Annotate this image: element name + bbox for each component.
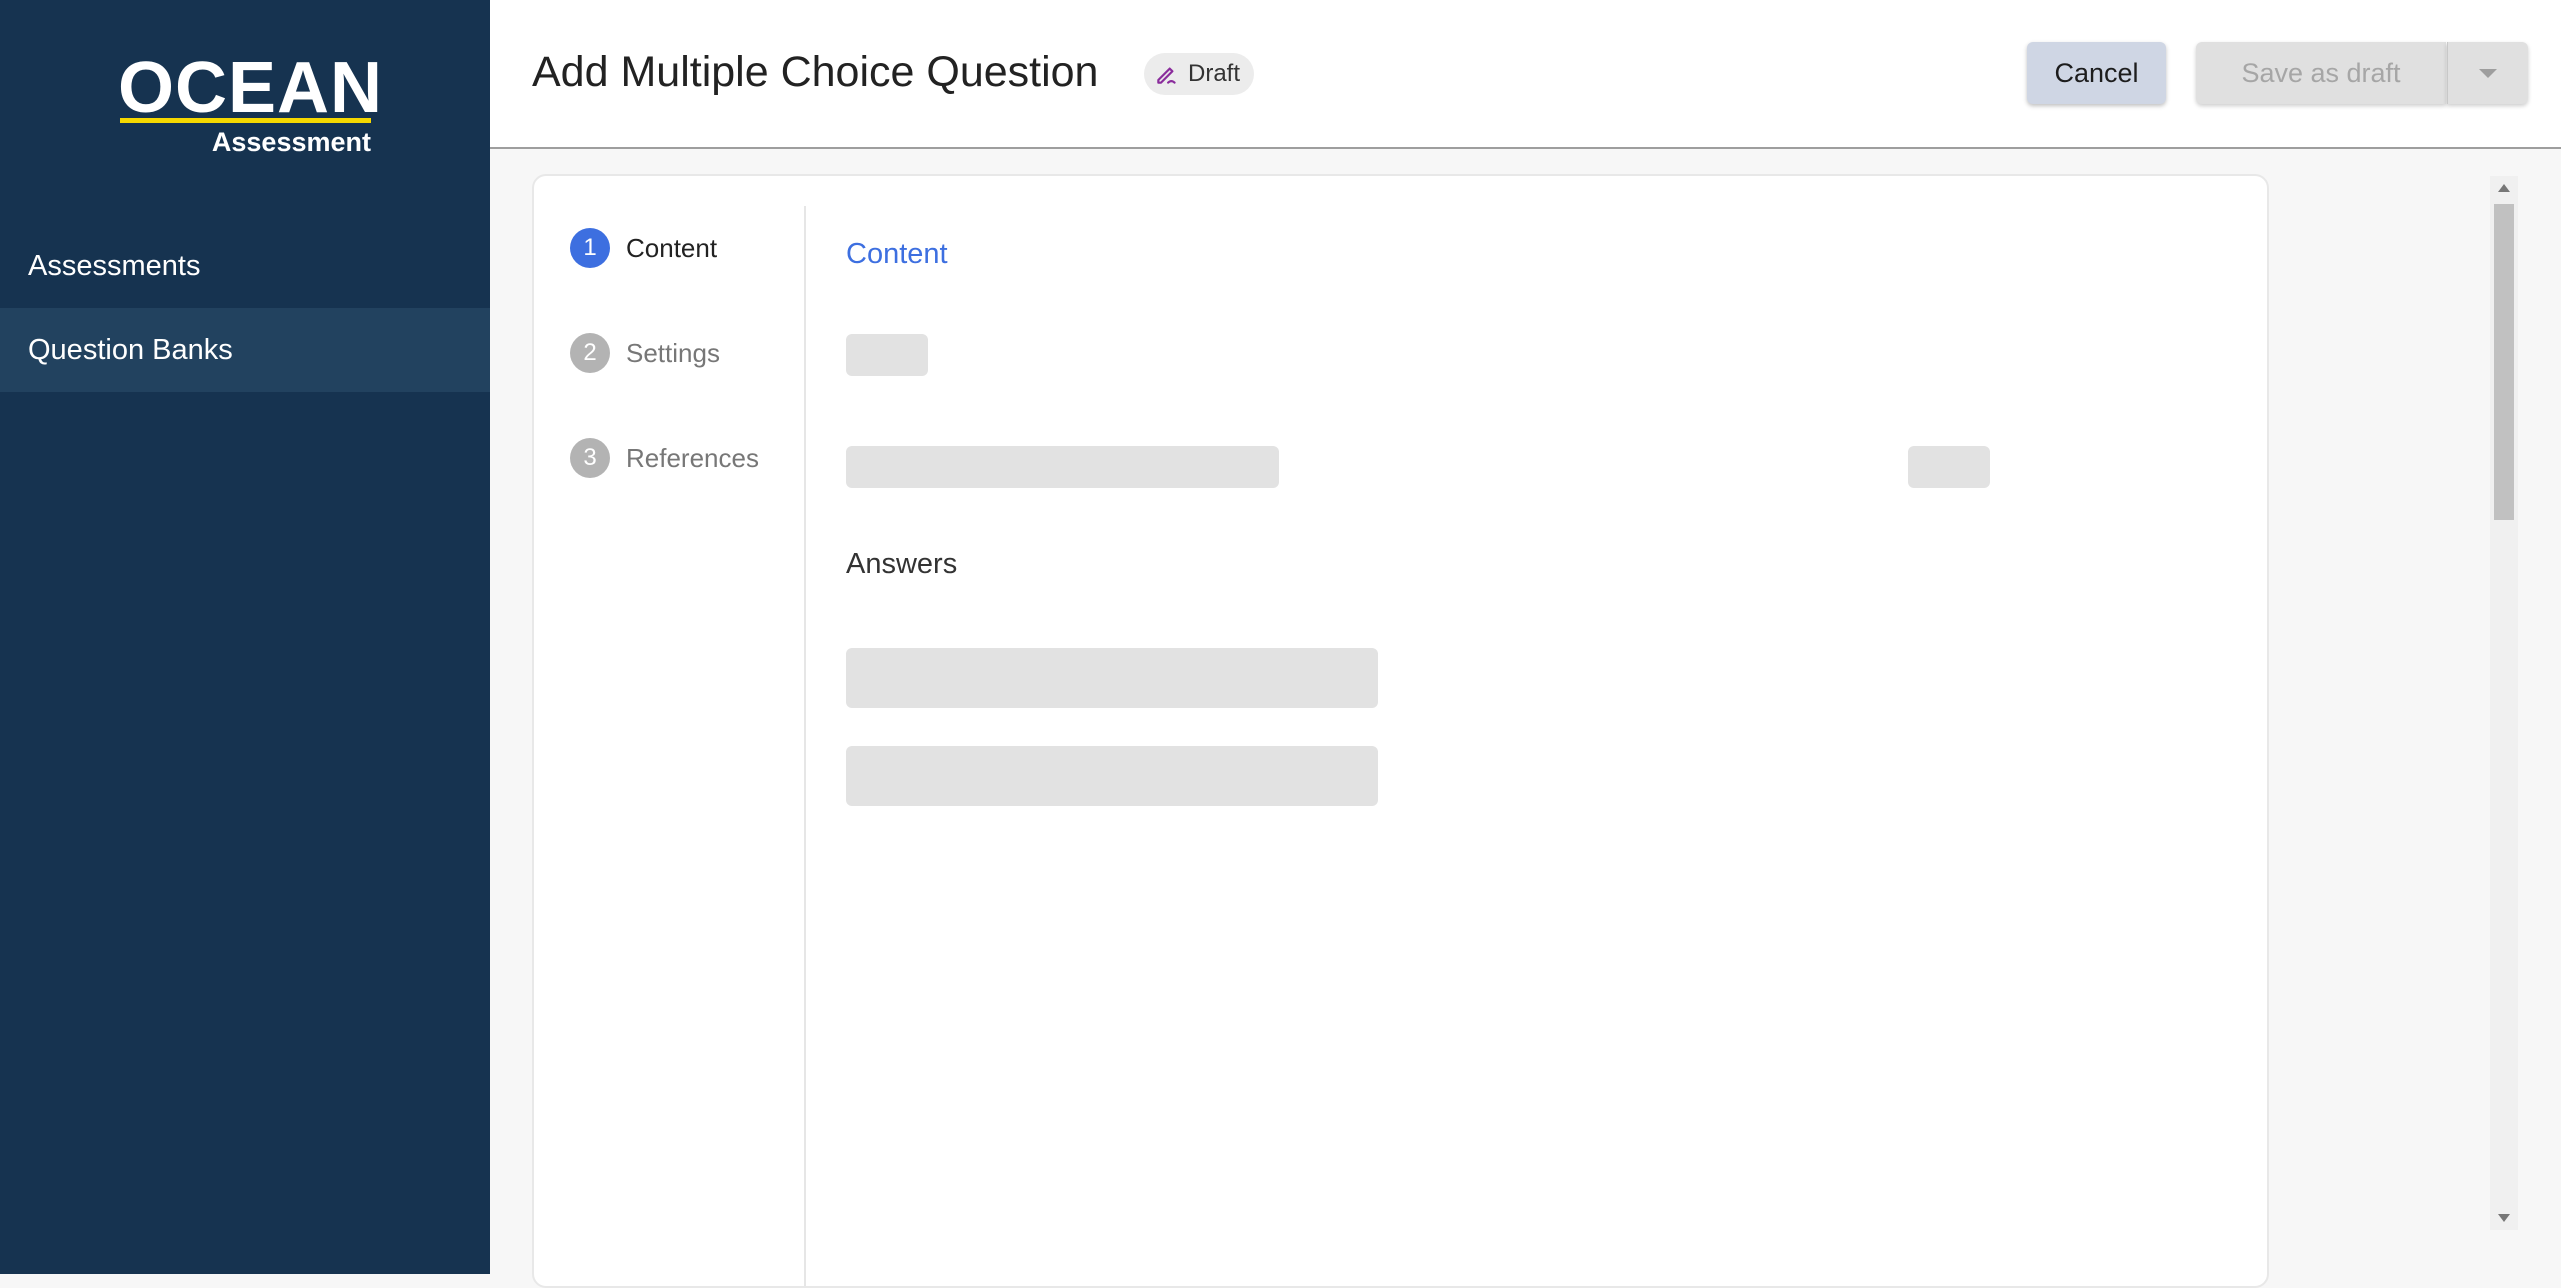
step-content[interactable]: 1 Content	[570, 228, 717, 268]
ocean-assessment-logo[interactable]: OCEAN Assessment	[118, 52, 382, 162]
loading-skeleton	[846, 648, 1378, 708]
answers-heading: Answers	[846, 548, 958, 580]
sidebar-item-assessments[interactable]: Assessments	[0, 224, 490, 308]
loading-skeleton	[1908, 446, 1990, 488]
scrollbar-thumb[interactable]	[2494, 204, 2514, 520]
logo-underline	[120, 118, 371, 123]
scroll-down-arrow-icon[interactable]	[2498, 1214, 2510, 1222]
save-options-dropdown-button[interactable]	[2447, 42, 2528, 104]
loading-skeleton	[846, 334, 928, 376]
sidebar-item-question-banks[interactable]: Question Banks	[0, 308, 490, 392]
stepper-divider	[804, 206, 806, 1286]
page-title: Add Multiple Choice Question	[532, 48, 1099, 96]
status-badge-label: Draft	[1188, 60, 1241, 87]
save-as-draft-button[interactable]: Save as draft	[2196, 42, 2446, 104]
status-badge: Draft	[1144, 53, 1255, 95]
step-label: Settings	[626, 337, 720, 368]
step-label: Content	[626, 232, 718, 263]
scroll-up-arrow-icon[interactable]	[2498, 184, 2510, 192]
step-number: 1	[570, 228, 610, 268]
vertical-scrollbar[interactable]	[2490, 176, 2518, 1230]
question-form-card: 1 Content 2 Settings 3 References Conten…	[532, 174, 2269, 1288]
step-number: 2	[570, 333, 610, 373]
edit-pencil-icon	[1157, 67, 1176, 84]
page-header: Add Multiple Choice Question Draft Cance…	[490, 0, 2561, 149]
step-references[interactable]: 3 References	[570, 438, 759, 478]
sidebar: OCEAN Assessment Assessments Question Ba…	[0, 0, 490, 1274]
sidebar-nav: Assessments Question Banks	[0, 224, 490, 392]
logo-sub-text: Assessment	[211, 127, 371, 157]
step-number: 3	[570, 438, 610, 478]
cancel-button[interactable]: Cancel	[2027, 42, 2166, 104]
logo-main-text: OCEAN	[118, 48, 384, 128]
loading-skeleton	[846, 446, 1279, 488]
loading-skeleton	[846, 746, 1378, 806]
chevron-down-icon	[2479, 68, 2497, 78]
step-label: References	[626, 442, 759, 473]
section-title: Content	[846, 238, 948, 270]
step-settings[interactable]: 2 Settings	[570, 333, 720, 373]
